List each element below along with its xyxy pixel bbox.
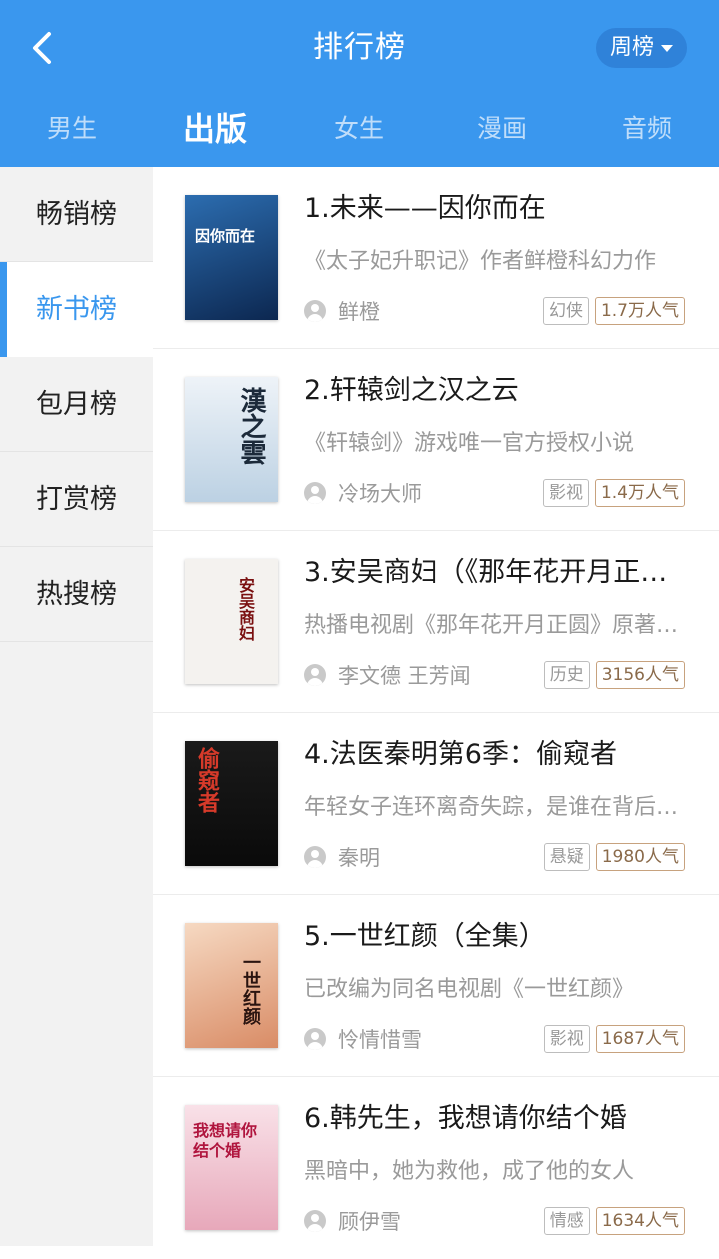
tab-female[interactable]: 女生 — [299, 100, 419, 158]
genre-badge: 影视 — [542, 479, 589, 507]
book-description: 已改编为同名电视剧《一世红颜》 — [304, 977, 635, 1002]
period-label: 周榜 — [609, 35, 654, 60]
book-tags: 情感 1634人气 — [543, 1207, 685, 1235]
author-row: 李文德 王芳闻 — [304, 659, 471, 691]
book-author: 秦明 — [338, 846, 380, 870]
book-description: 年轻女子连环离奇失踪，是谁在背后偷窥 — [304, 795, 688, 820]
book-description: 《太子妃升职记》作者鲜橙科幻力作 — [304, 249, 657, 274]
user-icon — [304, 664, 326, 686]
user-icon — [304, 1210, 326, 1232]
user-icon — [304, 1028, 326, 1050]
book-cover: 漢之雲 — [185, 377, 278, 502]
author-row: 顾伊雪 — [304, 1205, 401, 1237]
book-title: 1.未来——因你而在 — [304, 193, 546, 224]
tab-audio[interactable]: 音频 — [587, 100, 707, 158]
book-description: 热播电视剧《那年花开月正圆》原著小说 — [304, 613, 688, 638]
book-cover: 安吴商妇 — [185, 559, 278, 684]
list-item[interactable]: 因你而在 1.未来——因你而在 《太子妃升职记》作者鲜橙科幻力作 鲜橙 幻侠 1… — [153, 167, 719, 349]
book-title: 3.安吴商妇（《那年花开月正圆》原著） — [304, 557, 694, 588]
author-row: 秦明 — [304, 841, 380, 873]
cover-title: 一世红颜 — [240, 953, 261, 1025]
list-item[interactable]: 一世红颜 5.一世红颜（全集） 已改编为同名电视剧《一世红颜》 怜情惜雪 影视 … — [153, 895, 719, 1077]
category-tabs: 男生 出版 女生 漫画 音频 — [0, 100, 719, 158]
genre-badge: 幻侠 — [542, 297, 589, 325]
book-description: 《轩辕剑》游戏唯一官方授权小说 — [304, 431, 635, 456]
cover-title: 安吴商妇 — [236, 577, 255, 641]
book-cover: 我想请你结个婚 — [185, 1105, 278, 1230]
tab-publish[interactable]: 出版 — [155, 100, 275, 158]
popularity-badge: 1.7万人气 — [594, 297, 685, 325]
author-row: 冷场大师 — [304, 477, 422, 509]
book-title: 4.法医秦明第6季：偷窥者 — [304, 739, 617, 770]
book-tags: 历史 3156人气 — [543, 661, 685, 689]
sidebar-item-monthly[interactable]: 包月榜 — [0, 357, 153, 452]
book-tags: 悬疑 1980人气 — [543, 843, 685, 871]
popularity-badge: 1634人气 — [595, 1207, 685, 1235]
cover-title: 偷窥者 — [194, 747, 220, 813]
ranking-sidebar: 畅销榜 新书榜 包月榜 打赏榜 热搜榜 — [0, 167, 153, 1246]
genre-badge: 悬疑 — [543, 843, 590, 871]
list-item[interactable]: 偷窥者 4.法医秦明第6季：偷窥者 年轻女子连环离奇失踪，是谁在背后偷窥 秦明 … — [153, 713, 719, 895]
book-title: 5.一世红颜（全集） — [304, 921, 546, 952]
cover-title: 因你而在 — [195, 227, 256, 245]
book-author: 冷场大师 — [338, 482, 422, 506]
user-icon — [304, 300, 326, 322]
book-title: 6.韩先生，我想请你结个婚 — [304, 1103, 627, 1134]
user-icon — [304, 482, 326, 504]
sidebar-item-tips[interactable]: 打赏榜 — [0, 452, 153, 547]
list-item[interactable]: 漢之雲 2.轩辕剑之汉之云 《轩辕剑》游戏唯一官方授权小说 冷场大师 影视 1.… — [153, 349, 719, 531]
period-dropdown[interactable]: 周榜 — [595, 28, 687, 68]
book-cover: 因你而在 — [185, 195, 278, 320]
genre-badge: 情感 — [543, 1207, 590, 1235]
book-tags: 影视 1.4万人气 — [542, 479, 685, 507]
list-item[interactable]: 安吴商妇 3.安吴商妇（《那年花开月正圆》原著） 热播电视剧《那年花开月正圆》原… — [153, 531, 719, 713]
sidebar-item-label: 新书榜 — [36, 294, 117, 325]
list-item[interactable]: 我想请你结个婚 6.韩先生，我想请你结个婚 黑暗中，她为救他，成了他的女人 顾伊… — [153, 1077, 719, 1259]
book-cover: 偷窥者 — [185, 741, 278, 866]
genre-badge: 影视 — [543, 1025, 590, 1053]
sidebar-item-hot-search[interactable]: 热搜榜 — [0, 547, 153, 642]
book-author: 怜情惜雪 — [338, 1028, 422, 1052]
author-row: 怜情惜雪 — [304, 1023, 422, 1055]
popularity-badge: 1980人气 — [595, 843, 685, 871]
sidebar-item-new-books[interactable]: 新书榜 — [0, 262, 153, 357]
popularity-badge: 1.4万人气 — [594, 479, 685, 507]
popularity-badge: 1687人气 — [595, 1025, 685, 1053]
popularity-badge: 3156人气 — [595, 661, 685, 689]
book-tags: 影视 1687人气 — [543, 1025, 685, 1053]
app-header: 排行榜 周榜 男生 出版 女生 漫画 音频 — [0, 0, 719, 167]
book-author: 顾伊雪 — [338, 1210, 401, 1234]
genre-badge: 历史 — [543, 661, 590, 689]
cover-title: 漢之雲 — [236, 387, 266, 465]
book-author: 李文德 王芳闻 — [338, 664, 471, 688]
tab-comic[interactable]: 漫画 — [442, 100, 562, 158]
user-icon — [304, 846, 326, 868]
author-row: 鲜橙 — [304, 295, 380, 327]
book-cover: 一世红颜 — [185, 923, 278, 1048]
tab-male[interactable]: 男生 — [12, 100, 132, 158]
caret-down-icon — [661, 44, 673, 52]
book-tags: 幻侠 1.7万人气 — [542, 297, 685, 325]
cover-title: 我想请你结个婚 — [193, 1121, 258, 1160]
active-indicator — [0, 262, 7, 357]
book-description: 黑暗中，她为救他，成了他的女人 — [304, 1159, 635, 1184]
sidebar-item-bestseller[interactable]: 畅销榜 — [0, 167, 153, 262]
book-author: 鲜橙 — [338, 300, 380, 324]
book-title: 2.轩辕剑之汉之云 — [304, 375, 519, 406]
